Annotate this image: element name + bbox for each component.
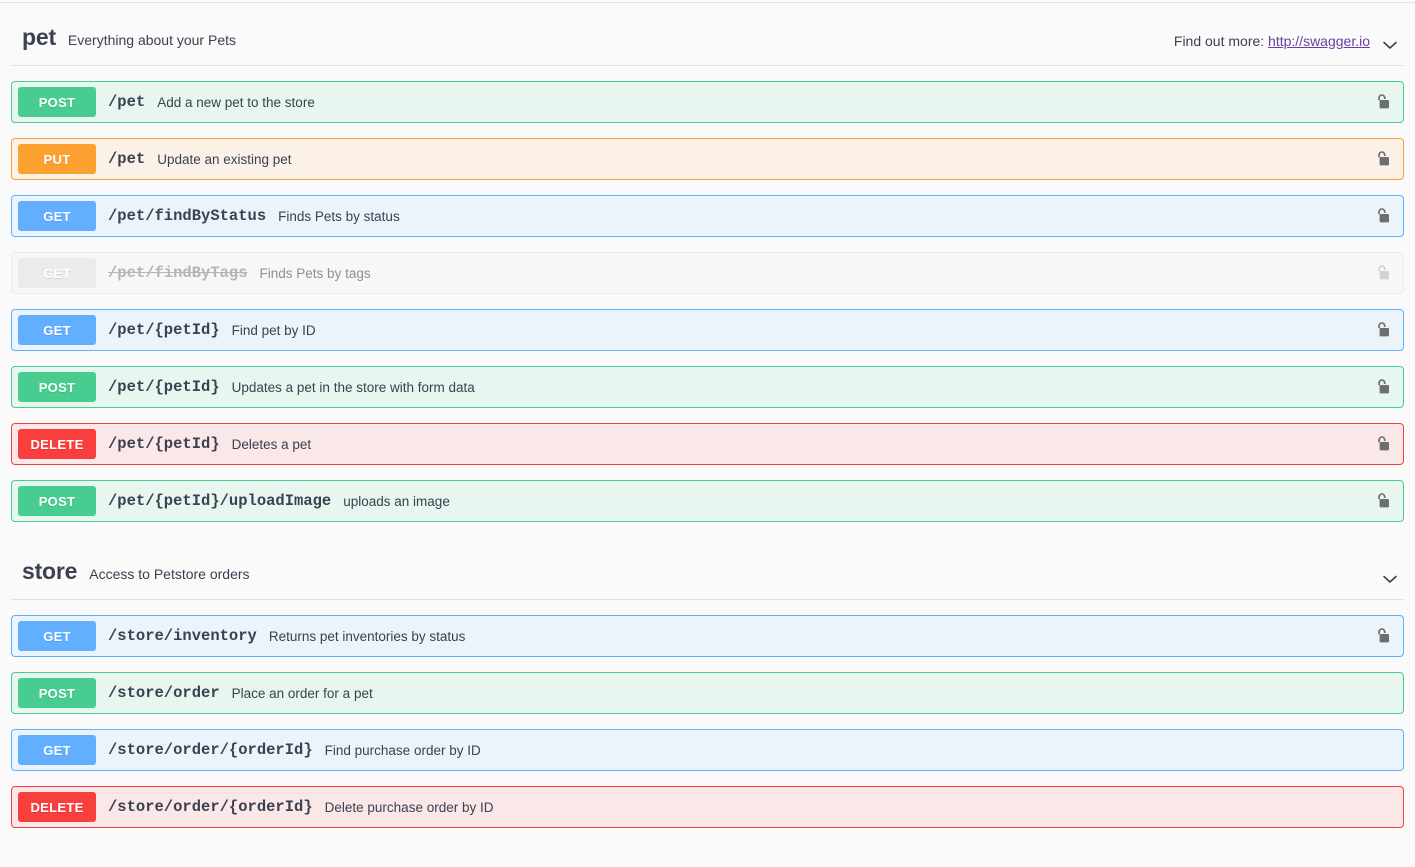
operation-method-badge: GET [18,735,96,765]
tag-description: Access to Petstore orders [89,566,250,582]
operation-row[interactable]: POST/pet/{petId} Updates a pet in the sto… [11,366,1404,408]
operation-method-badge: DELETE [18,429,96,459]
operation-path: /store/order [108,684,220,702]
operation-summary: Find purchase order by ID [324,742,481,758]
external-docs-label: Find out more: [1173,33,1265,49]
operation-method-badge: GET [18,258,96,288]
operation-path: /pet/{petId} [108,378,220,396]
operation-summary: Updates a pet in the store with form dat… [231,379,475,395]
operation-summary: Update an existing pet [157,151,292,167]
operation-summary: uploads an image [343,493,450,509]
tag-header-right [1380,565,1400,585]
operation-row[interactable]: DELETE/pet/{petId} Deletes a pet [11,423,1404,465]
operation-row[interactable]: GET/pet/findByTags Finds Pets by tags [11,252,1404,294]
swagger-operations-panel: pet Everything about your Pets Find out mo… [0,3,1415,843]
operation-summary: Add a new pet to the store [157,94,315,110]
operation-summary: Deletes a pet [231,436,312,452]
unlocked-padlock-icon[interactable] [1373,206,1391,226]
unlocked-padlock-icon[interactable] [1373,491,1391,511]
tag-header-store[interactable]: store Access to Petstore orders [11,537,1404,600]
tag-header-pet[interactable]: pet Everything about your Pets Find out mo… [11,3,1404,66]
unlocked-padlock-icon[interactable] [1373,92,1391,112]
tag-name: pet [22,24,56,50]
operation-method-badge: DELETE [18,792,96,822]
operation-method-badge: PUT [18,144,96,174]
tag-name: store [22,558,78,584]
operation-row[interactable]: PUT/pet Update an existing pet [11,138,1404,180]
operation-summary: Delete purchase order by ID [324,799,494,815]
operation-row[interactable]: GET/store/order/{orderId} Find purchase o… [11,729,1404,771]
operation-row[interactable]: GET/pet/{petId} Find pet by ID [11,309,1404,351]
operation-summary: Finds Pets by status [278,208,400,224]
operation-method-badge: POST [18,372,96,402]
operation-path: /store/inventory [108,627,257,645]
chevron-down-icon[interactable] [1380,569,1400,589]
operation-path: /pet [108,150,146,168]
operation-list-store: GET/store/inventory Returns pet inventori… [0,615,1415,828]
operation-method-badge: POST [18,678,96,708]
operation-row[interactable]: POST/store/order Place an order for a pet [11,672,1404,714]
operation-summary: Find pet by ID [231,322,316,338]
operation-summary: Returns pet inventories by status [268,628,466,644]
operation-path: /store/order/{orderId} [108,798,313,816]
operation-path: /store/order/{orderId} [108,741,313,759]
operation-method-badge: GET [18,621,96,651]
operation-path: /pet [108,93,146,111]
operation-summary: Finds Pets by tags [259,265,371,281]
unlocked-padlock-icon[interactable] [1373,263,1391,283]
external-docs: Find out more: http://swagger.io [1174,33,1370,49]
operation-path: /pet/findByStatus [108,207,267,225]
tag-description: Everything about your Pets [67,32,237,48]
operation-method-badge: POST [18,87,96,117]
operation-list-pet: POST/pet Add a new pet to the store PUT/pe… [0,81,1415,522]
tag-section-store: store Access to Petstore orders GET/store/… [0,537,1415,828]
operation-method-badge: GET [18,315,96,345]
external-docs-link[interactable]: http://swagger.io [1268,33,1370,49]
operation-path: /pet/{petId}/uploadImage [108,492,332,510]
unlocked-padlock-icon[interactable] [1373,377,1391,397]
unlocked-padlock-icon[interactable] [1373,320,1391,340]
operation-row[interactable]: POST/pet Add a new pet to the store [11,81,1404,123]
operation-path: /pet/{petId} [108,435,220,453]
operation-row[interactable]: GET/store/inventory Returns pet inventori… [11,615,1404,657]
operation-row[interactable]: DELETE/store/order/{orderId} Delete purch… [11,786,1404,828]
unlocked-padlock-icon[interactable] [1373,626,1391,646]
operation-path: /pet/findByTags [108,264,248,282]
tag-header-right: Find out more: http://swagger.io [1174,31,1400,51]
operation-method-badge: GET [18,201,96,231]
operation-summary: Place an order for a pet [231,685,373,701]
unlocked-padlock-icon[interactable] [1373,434,1391,454]
chevron-down-icon[interactable] [1380,35,1400,55]
operation-method-badge: POST [18,486,96,516]
operation-row[interactable]: GET/pet/findByStatus Finds Pets by status [11,195,1404,237]
operation-path: /pet/{petId} [108,321,220,339]
tag-section-pet: pet Everything about your Pets Find out mo… [0,3,1415,522]
operation-row[interactable]: POST/pet/{petId}/uploadImage uploads an i… [11,480,1404,522]
unlocked-padlock-icon[interactable] [1373,149,1391,169]
